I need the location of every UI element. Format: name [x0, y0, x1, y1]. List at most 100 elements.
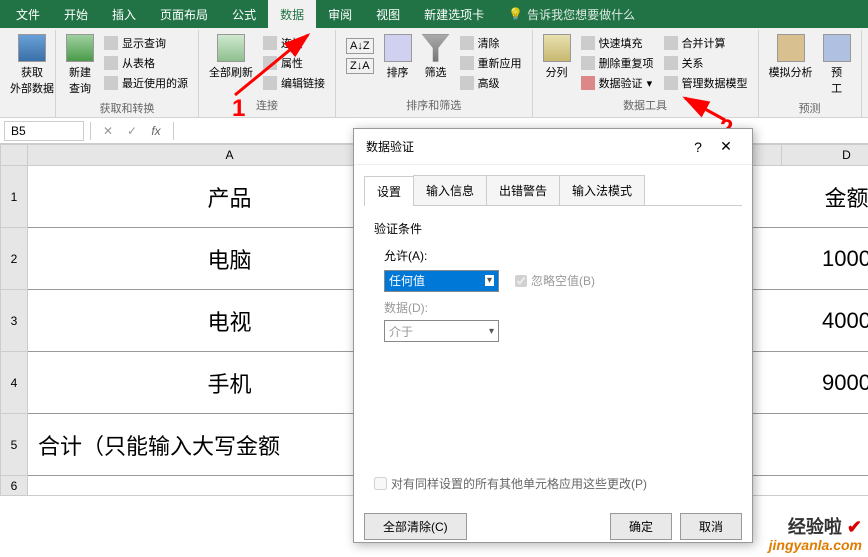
cell[interactable]: 金额 — [782, 166, 868, 228]
forecast-sheet-button[interactable]: 预 工 — [819, 32, 855, 98]
dialog-body: 验证条件 允许(A): 任何值▾ 忽略空值(B) 数据(D): 介于▾ 对有同样… — [364, 205, 742, 505]
data-label: 数据(D): — [384, 299, 732, 316]
row-header[interactable]: 6 — [0, 476, 28, 496]
fx-button[interactable]: fx — [145, 121, 167, 141]
dialog-tab-settings[interactable]: 设置 — [364, 176, 414, 206]
text-to-columns-button[interactable]: 分列 — [539, 32, 575, 82]
reapply-icon — [460, 56, 474, 70]
dialog-tab-error-alert[interactable]: 出错警告 — [486, 175, 560, 205]
cell[interactable] — [782, 476, 868, 496]
properties-icon — [263, 56, 277, 70]
advanced-filter-button[interactable]: 高级 — [458, 74, 524, 92]
tab-formulas[interactable]: 公式 — [220, 0, 268, 28]
sort-az-button[interactable]: A↓Z Z↓A — [342, 32, 378, 76]
grid-icon — [104, 56, 118, 70]
show-queries-button[interactable]: 显示查询 — [102, 34, 190, 52]
tab-new[interactable]: 新建选项卡 — [412, 0, 496, 28]
dialog-titlebar[interactable]: 数据验证 ? ✕ — [354, 129, 752, 165]
dedup-icon — [581, 56, 595, 70]
columns-icon — [543, 34, 571, 62]
remove-duplicates-button[interactable]: 删除重复项 — [579, 54, 656, 72]
select-all-corner[interactable] — [0, 144, 28, 166]
dialog-tab-input-msg[interactable]: 输入信息 — [413, 175, 487, 205]
consolidate-icon — [664, 36, 678, 50]
recent-icon — [104, 76, 118, 90]
za-icon: Z↓A — [346, 58, 374, 74]
row-header[interactable]: 1 — [0, 166, 28, 228]
dialog-footer: 全部清除(C) 确定 取消 — [354, 505, 752, 548]
tell-me[interactable]: 💡 告诉我您想要做什么 — [508, 6, 635, 23]
from-table-button[interactable]: 从表格 — [102, 54, 190, 72]
validation-criteria-label: 验证条件 — [374, 220, 732, 237]
properties-button[interactable]: 属性 — [261, 54, 327, 72]
consolidate-button[interactable]: 合并计算 — [662, 34, 750, 52]
row-header[interactable]: 3 — [0, 290, 28, 352]
dialog-tabs: 设置 输入信息 出错警告 输入法模式 — [354, 165, 752, 205]
data-validation-button[interactable]: 数据验证 ▾ — [579, 74, 656, 92]
group-sort-filter: A↓Z Z↓A 排序 筛选 清除 重新应用 高级 排序和筛选 — [336, 30, 533, 117]
connections-button[interactable]: 连接 — [261, 34, 327, 52]
refresh-all-button[interactable]: 全部刷新 — [205, 32, 257, 82]
whatif-button[interactable]: 模拟分析 — [765, 32, 817, 82]
az-icon: A↓Z — [346, 38, 374, 54]
col-header-d[interactable]: D — [782, 144, 868, 166]
filter-button[interactable]: 筛选 — [418, 32, 454, 82]
row-header[interactable]: 5 — [0, 414, 28, 476]
flash-fill-button[interactable]: 快速填充 — [579, 34, 656, 52]
get-external-data-button[interactable]: 获取 外部数据 — [6, 32, 58, 98]
dialog-title-text: 数据验证 — [366, 138, 684, 155]
tell-me-text: 告诉我您想要做什么 — [527, 6, 635, 23]
table-icon — [104, 36, 118, 50]
cell[interactable]: 4000 — [782, 290, 868, 352]
ok-button[interactable]: 确定 — [610, 513, 672, 540]
clear-all-button[interactable]: 全部清除(C) — [364, 513, 467, 540]
row-header[interactable]: 2 — [0, 228, 28, 290]
tab-insert[interactable]: 插入 — [100, 0, 148, 28]
apply-same-checkbox — [374, 477, 387, 490]
edit-link-icon — [263, 76, 277, 90]
edit-links-button[interactable]: 编辑链接 — [261, 74, 327, 92]
tab-view[interactable]: 视图 — [364, 0, 412, 28]
tab-layout[interactable]: 页面布局 — [148, 0, 220, 28]
dialog-help-button[interactable]: ? — [684, 139, 712, 155]
reapply-button[interactable]: 重新应用 — [458, 54, 524, 72]
sort-button[interactable]: 排序 — [380, 32, 416, 82]
sort-icon — [384, 34, 412, 62]
forecast-icon — [823, 34, 851, 62]
tab-file[interactable]: 文件 — [4, 0, 52, 28]
dialog-tab-ime[interactable]: 输入法模式 — [559, 175, 645, 205]
confirm-input-button[interactable]: ✓ — [121, 121, 143, 141]
group-get-transform: 新建 查询 显示查询 从表格 最近使用的源 获取和转换 — [56, 30, 199, 117]
group-forecast: 模拟分析 预 工 预测 — [759, 30, 862, 117]
cell[interactable]: 9000 — [782, 352, 868, 414]
refresh-icon — [217, 34, 245, 62]
ribbon: 获取 外部数据 新建 查询 显示查询 从表格 最近使用的源 获取和转换 全部刷新 — [0, 28, 868, 118]
ignore-blank-checkbox — [515, 275, 527, 287]
cell[interactable] — [782, 414, 868, 476]
data-dropdown: 介于▾ — [384, 320, 499, 342]
new-query-button[interactable]: 新建 查询 — [62, 32, 98, 98]
data-model-button[interactable]: 管理数据模型 — [662, 74, 750, 92]
name-box[interactable]: B5 — [4, 121, 84, 141]
tab-review[interactable]: 审阅 — [316, 0, 364, 28]
dialog-close-button[interactable]: ✕ — [712, 138, 740, 155]
chevron-down-icon: ▾ — [485, 275, 494, 286]
cancel-button[interactable]: 取消 — [680, 513, 742, 540]
tab-data[interactable]: 数据 — [268, 0, 316, 28]
cell[interactable]: 1000 — [782, 228, 868, 290]
group-label: 数据工具 — [539, 95, 752, 115]
clear-filter-button[interactable]: 清除 — [458, 34, 524, 52]
allow-label: 允许(A): — [384, 247, 732, 264]
group-connections: 全部刷新 连接 属性 编辑链接 连接 — [199, 30, 336, 117]
row-header[interactable]: 4 — [0, 352, 28, 414]
lightbulb-icon: 💡 — [508, 7, 523, 21]
group-label: 获取和转换 — [62, 98, 192, 118]
database-icon — [18, 34, 46, 62]
validation-icon — [581, 76, 595, 90]
allow-dropdown[interactable]: 任何值▾ — [384, 270, 499, 292]
tab-home[interactable]: 开始 — [52, 0, 100, 28]
cancel-input-button[interactable]: ✕ — [97, 121, 119, 141]
recent-sources-button[interactable]: 最近使用的源 — [102, 74, 190, 92]
relationships-button[interactable]: 关系 — [662, 54, 750, 72]
funnel-icon — [422, 34, 450, 62]
